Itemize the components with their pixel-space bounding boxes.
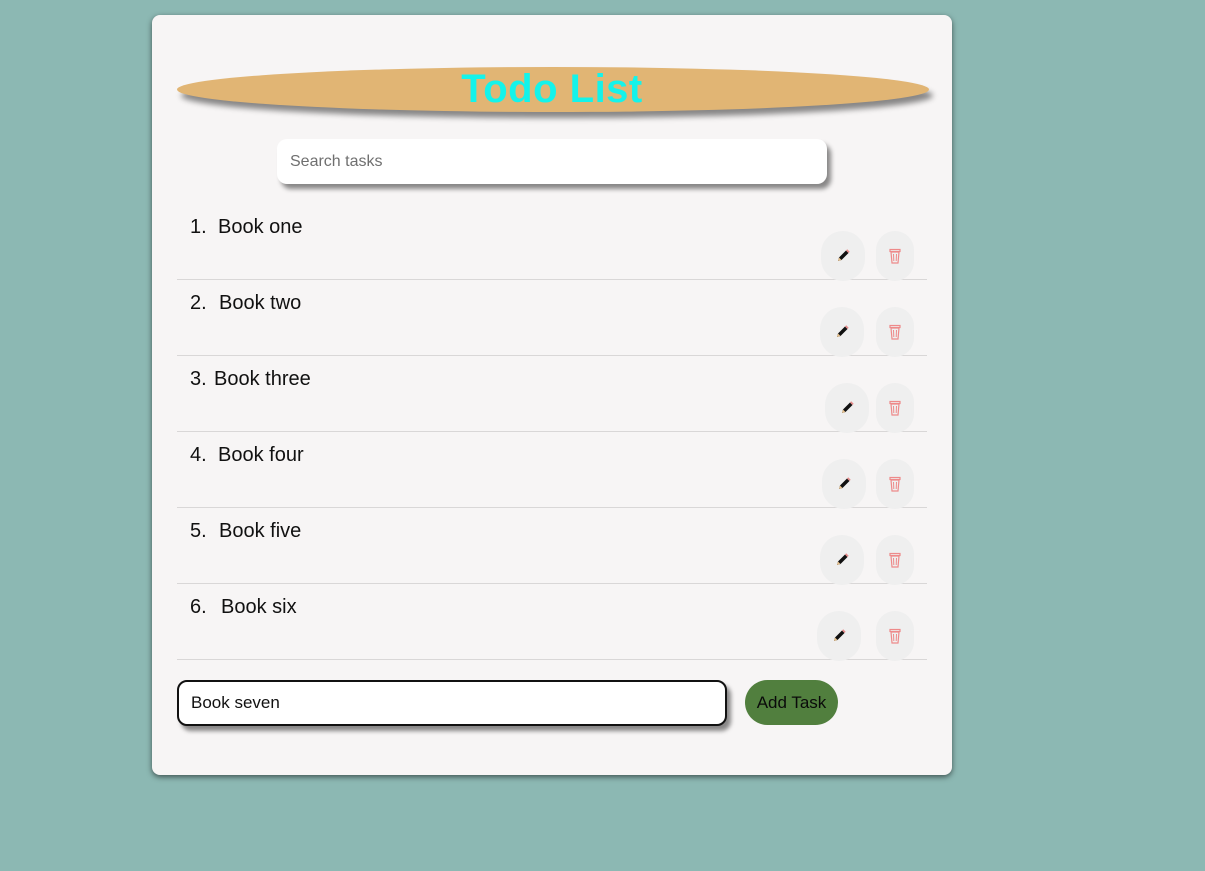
- task-text: Book five: [219, 520, 302, 542]
- edit-button[interactable]: [820, 307, 864, 357]
- trash-icon: [889, 324, 901, 340]
- task-text: Book two: [219, 292, 302, 314]
- trash-icon: [889, 552, 901, 568]
- page-title: Todo List: [461, 67, 643, 111]
- delete-button[interactable]: [876, 383, 914, 433]
- task-number: 4.: [190, 444, 207, 466]
- trash-icon: [889, 400, 901, 416]
- pencil-icon: [839, 477, 851, 489]
- edit-button[interactable]: [825, 383, 869, 433]
- task-number: 1.: [190, 216, 207, 238]
- task-text: Book four: [218, 444, 304, 466]
- task-text: Book three: [214, 368, 311, 390]
- task-number: 2.: [190, 292, 207, 314]
- list-item: 1. Book one: [177, 204, 927, 281]
- delete-button[interactable]: [876, 611, 914, 661]
- delete-button[interactable]: [876, 307, 914, 357]
- delete-button[interactable]: [876, 231, 914, 281]
- list-item: 5. Book five: [177, 508, 927, 585]
- list-item: 3. Book three: [177, 356, 927, 433]
- list-item: 2. Book two: [177, 280, 927, 357]
- edit-button[interactable]: [822, 459, 866, 509]
- delete-button[interactable]: [876, 535, 914, 585]
- list-item: 4. Book four: [177, 432, 927, 509]
- pencil-icon: [838, 249, 850, 261]
- todo-card: Todo List 1. Book one: [152, 15, 952, 775]
- task-text: Book one: [218, 216, 303, 238]
- trash-icon: [889, 248, 901, 264]
- edit-button[interactable]: [821, 231, 865, 281]
- delete-button[interactable]: [876, 459, 914, 509]
- list-item: 6. Book six: [177, 584, 927, 661]
- pencil-icon: [842, 401, 854, 413]
- pencil-icon: [837, 553, 849, 565]
- edit-button[interactable]: [817, 611, 861, 661]
- task-number: 6.: [190, 596, 207, 618]
- edit-button[interactable]: [820, 535, 864, 585]
- task-text: Book six: [221, 596, 297, 618]
- new-task-input[interactable]: [177, 680, 727, 726]
- trash-icon: [889, 628, 901, 644]
- pencil-icon: [837, 325, 849, 337]
- task-number: 3.: [190, 368, 207, 390]
- pencil-icon: [834, 629, 846, 641]
- task-number: 5.: [190, 520, 207, 542]
- add-task-button[interactable]: Add Task: [745, 680, 838, 725]
- trash-icon: [889, 476, 901, 492]
- search-input[interactable]: [277, 139, 827, 184]
- task-list: 1. Book one 2. Book two 3. Book three 4.…: [177, 204, 927, 661]
